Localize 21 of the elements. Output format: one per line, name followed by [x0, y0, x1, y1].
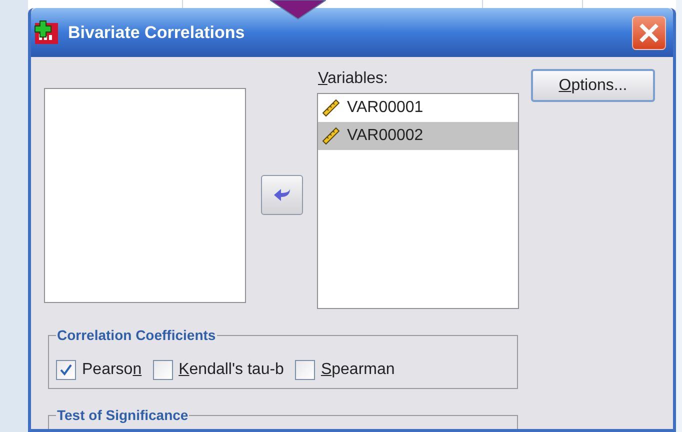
variable-item[interactable]: VAR00002: [318, 122, 518, 150]
ruler-icon: [322, 99, 340, 117]
variables-list[interactable]: VAR00001 VAR00002: [317, 93, 519, 309]
close-icon: [637, 20, 661, 44]
checkbox-label: Spearman: [320, 360, 395, 380]
variables-label: Variables:: [318, 70, 389, 88]
move-button[interactable]: [261, 175, 303, 215]
checkbox-label: Kendall's tau-b: [178, 360, 284, 380]
group-title: Correlation Coefficients: [56, 326, 217, 345]
window-title: Bivariate Correlations: [68, 22, 245, 44]
checkbox[interactable]: [152, 360, 173, 380]
ruler-icon: [322, 127, 340, 145]
options-button[interactable]: Options...: [531, 69, 655, 102]
checkbox[interactable]: [294, 360, 315, 380]
group-title: Test of Significance: [56, 406, 190, 425]
app-icon: [34, 20, 59, 45]
checkbox-label: Pearson: [82, 360, 142, 380]
close-button[interactable]: [632, 16, 666, 50]
checkbox[interactable]: [56, 360, 76, 380]
arrow-icon: [273, 187, 291, 203]
triangle-marker: [270, 0, 326, 20]
